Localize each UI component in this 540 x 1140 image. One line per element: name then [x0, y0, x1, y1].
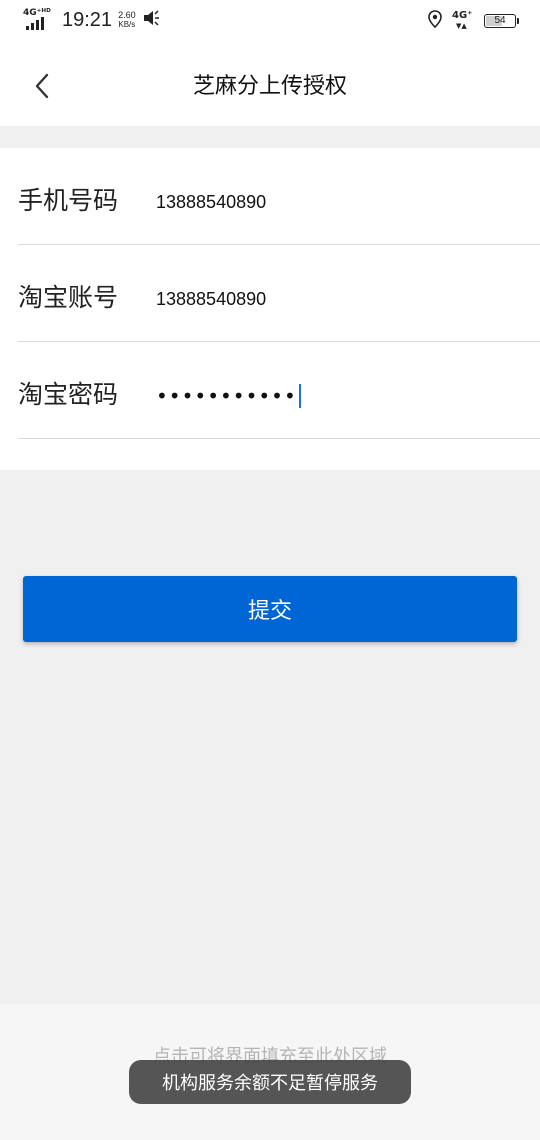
status-time: 19:21: [62, 8, 113, 31]
network-speed: 2.60 KB/s: [118, 10, 136, 30]
data-arrows: ▼▲: [456, 22, 467, 30]
battery-level: 54: [494, 15, 506, 26]
battery-icon: 54: [484, 14, 519, 28]
nav-bar: 芝麻分上传授权: [0, 44, 540, 126]
page-title: 芝麻分上传授权: [192, 74, 347, 99]
toast-message: 机构服务余额不足暂停服务: [129, 1060, 411, 1104]
phone-input[interactable]: 13888540890: [156, 191, 516, 213]
network-type-label-right: 4G⁺: [452, 10, 473, 21]
phone-label: 手机号码: [18, 186, 119, 215]
mobile-data-icon: 4G⁺ ▼▲: [452, 11, 474, 31]
signal-icon: 4G⁺ᴴᴰ: [22, 8, 56, 32]
taobao-password-input[interactable]: •••••••••••: [156, 383, 301, 409]
speed-value: 2.60: [118, 10, 136, 20]
location-icon: [428, 10, 442, 32]
taobao-account-row: 淘宝账号 13888540890: [18, 245, 540, 342]
submit-button[interactable]: 提交: [23, 576, 517, 642]
password-dots: •••••••••••: [156, 384, 297, 408]
taobao-account-label: 淘宝账号: [18, 283, 119, 312]
taobao-password-label: 淘宝密码: [18, 380, 119, 409]
speed-unit: KB/s: [118, 20, 136, 29]
mute-icon: [142, 10, 160, 30]
status-right: 4G⁺ ▼▲ 54: [428, 10, 519, 32]
text-cursor: [298, 384, 301, 408]
auth-form: 手机号码 13888540890 淘宝账号 13888540890 淘宝密码 •…: [0, 148, 540, 470]
status-bar: 4G⁺ᴴᴰ 19:21 2.60 KB/s 4G⁺ ▼▲ 54: [0, 0, 540, 44]
taobao-password-row: 淘宝密码 •••••••••••: [18, 342, 540, 439]
taobao-account-input[interactable]: 13888540890: [156, 288, 516, 310]
phone-row: 手机号码 13888540890: [18, 148, 540, 245]
status-left: 4G⁺ᴴᴰ 19:21 2.60 KB/s: [22, 8, 160, 32]
